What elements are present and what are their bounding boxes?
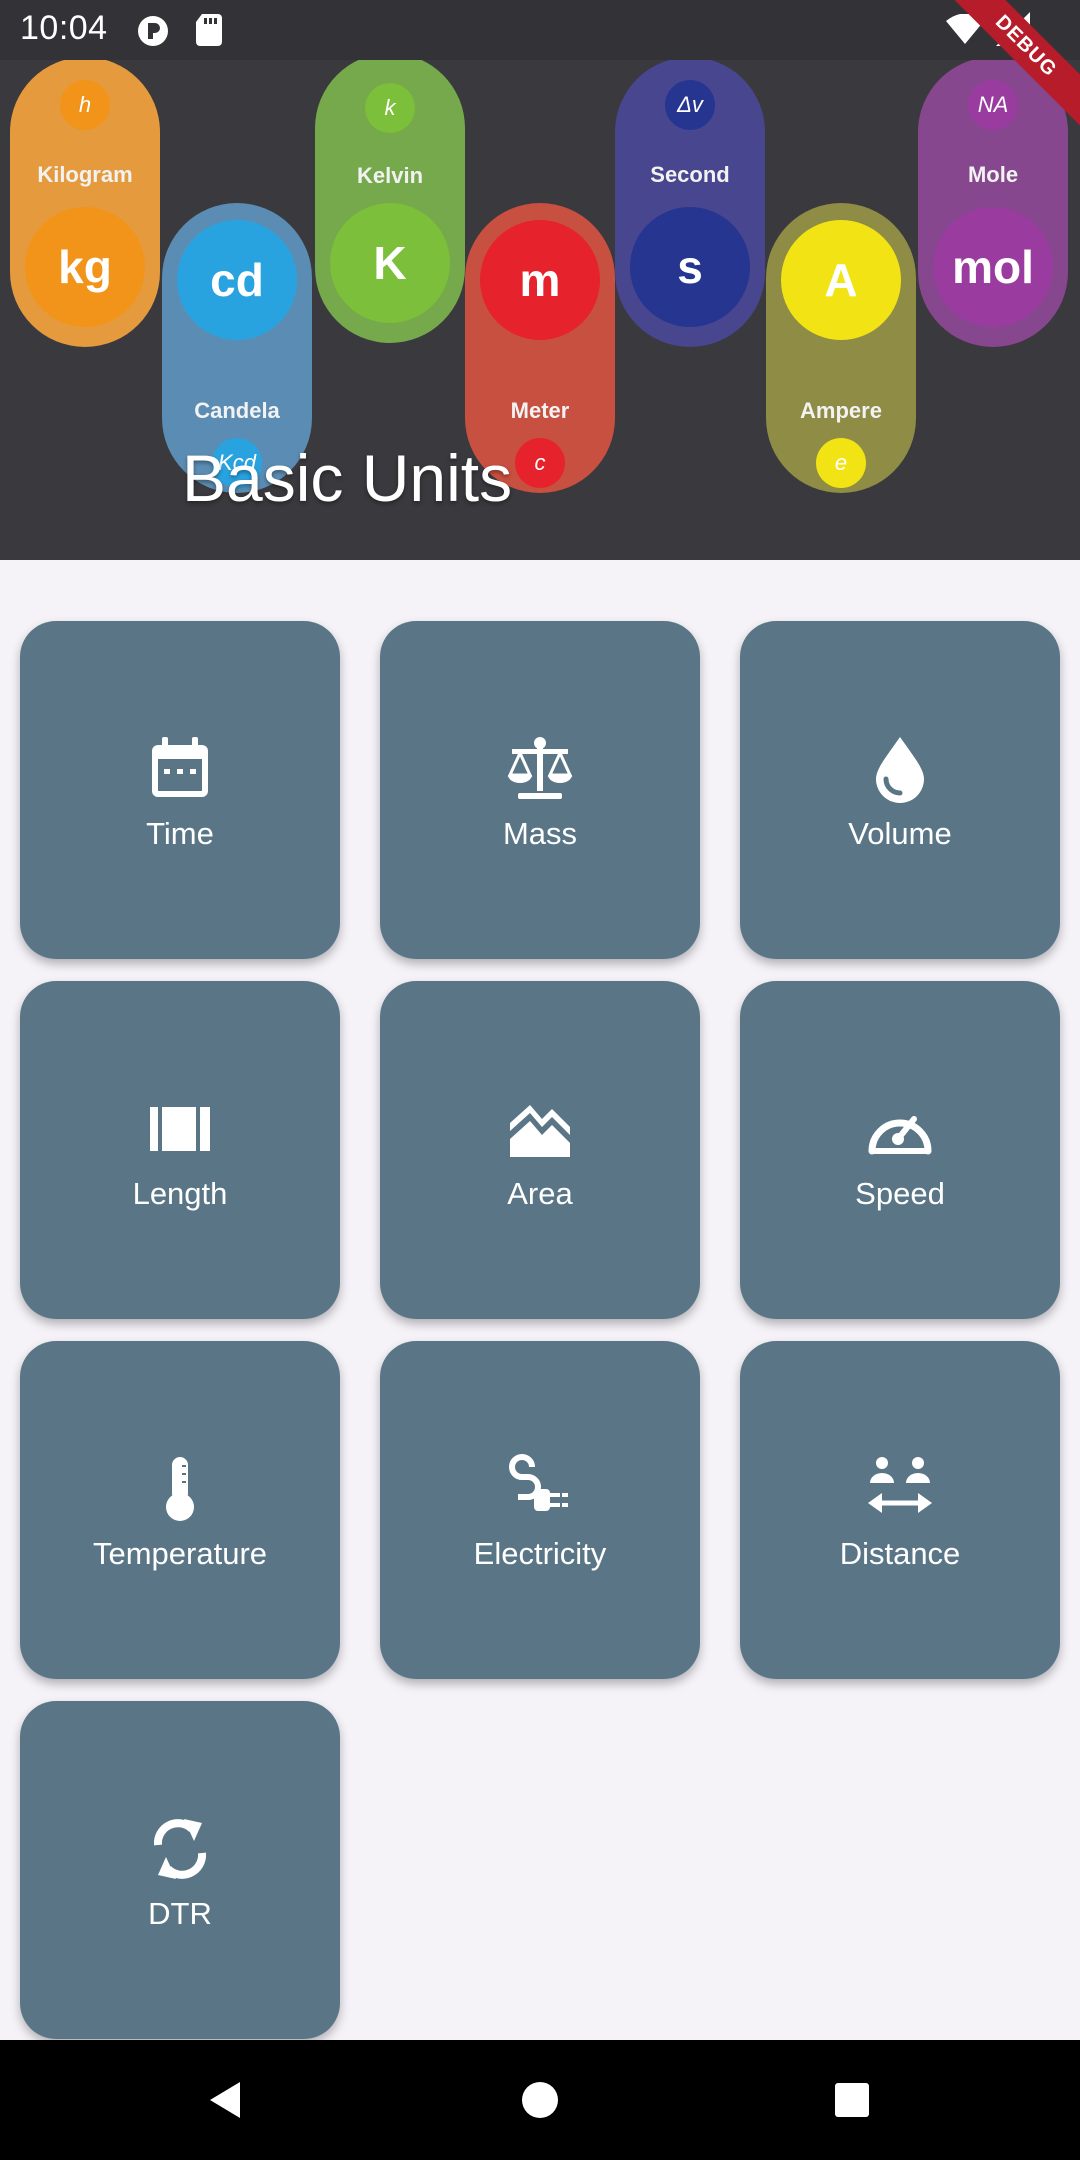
unit-constant: e xyxy=(816,438,866,488)
sd-card-icon xyxy=(196,14,222,46)
unit-symbol: m xyxy=(480,220,600,340)
tile-electricity[interactable]: Electricity xyxy=(380,1341,700,1679)
unit-name: Second xyxy=(650,162,730,187)
unit-pill-mole: mol NA Mole xyxy=(918,60,1068,347)
unit-pill-ampere: Ae Ampere xyxy=(766,203,916,493)
water-drop-icon xyxy=(876,737,924,803)
tile-distance[interactable]: Distance xyxy=(740,1341,1060,1679)
refresh-icon xyxy=(153,1819,207,1879)
tile-label: Temperature xyxy=(92,1536,268,1571)
page-title: Basic Units xyxy=(182,441,513,515)
header-banner: kg h Kilogram cd Kcd Candela Kk Kelvin m c Meter s Δ… xyxy=(0,60,1080,560)
unit-constant: c xyxy=(515,438,565,488)
tile-label: Length xyxy=(132,1176,228,1211)
tile-label: Mass xyxy=(502,816,578,851)
tile-length[interactable]: Length xyxy=(20,981,340,1319)
unit-constant: h xyxy=(60,80,110,130)
tile-label: DTR xyxy=(148,1896,212,1931)
unit-symbol: A xyxy=(781,220,901,340)
unit-name: Candela xyxy=(194,398,280,423)
tile-temperature[interactable]: Temperature xyxy=(20,1341,340,1679)
tile-label: Volume xyxy=(848,816,952,851)
terrain-icon xyxy=(510,1105,570,1157)
status-bar: 10:04 DEBUG xyxy=(0,0,1080,130)
thermometer-icon xyxy=(166,1457,194,1521)
tile-label: Speed xyxy=(855,1176,945,1211)
ruler-icon xyxy=(150,1107,210,1151)
unit-name: Meter xyxy=(510,398,570,423)
distance-icon xyxy=(868,1457,932,1513)
tile-dtr[interactable]: DTR xyxy=(20,1701,340,2039)
unit-constant: Δv xyxy=(665,80,715,130)
home-button[interactable] xyxy=(510,2070,570,2130)
unit-pill-kelvin: Kk Kelvin xyxy=(315,60,465,343)
unit-constant: NA xyxy=(968,80,1018,130)
calendar-icon xyxy=(152,737,208,797)
unit-symbol: cd xyxy=(177,220,297,340)
tile-time[interactable]: Time xyxy=(20,621,340,959)
tile-mass[interactable]: Mass xyxy=(380,621,700,959)
unit-symbol: s xyxy=(630,207,750,327)
navigation-bar xyxy=(0,2040,1080,2160)
circle-p-icon xyxy=(138,16,168,46)
unit-name: Mole xyxy=(967,162,1019,187)
unit-pill-second: s Δv Second xyxy=(615,60,765,347)
unit-constant: k xyxy=(365,83,415,133)
unit-symbol: kg xyxy=(25,207,145,327)
back-button[interactable] xyxy=(196,2070,256,2130)
tile-area[interactable]: Area xyxy=(380,981,700,1319)
unit-symbol: mol xyxy=(933,207,1053,327)
speedometer-icon xyxy=(868,1116,932,1155)
recents-button[interactable] xyxy=(822,2070,882,2130)
tile-speed[interactable]: Speed xyxy=(740,981,1060,1319)
unit-pill-kilogram: kg h Kilogram xyxy=(10,60,160,347)
status-time: 10:04 xyxy=(20,9,108,47)
unit-name: Kilogram xyxy=(37,162,133,187)
tile-label: Time xyxy=(146,816,214,851)
tile-volume[interactable]: Volume xyxy=(740,621,1060,959)
scale-icon xyxy=(507,737,573,799)
unit-symbol: K xyxy=(330,203,450,323)
tile-label: Distance xyxy=(839,1536,961,1571)
tile-label: Area xyxy=(507,1176,573,1211)
unit-name: Ampere xyxy=(800,398,882,423)
unit-name: Kelvin xyxy=(356,163,424,188)
power-plug-icon xyxy=(509,1454,568,1511)
tile-label: Electricity xyxy=(473,1536,607,1571)
